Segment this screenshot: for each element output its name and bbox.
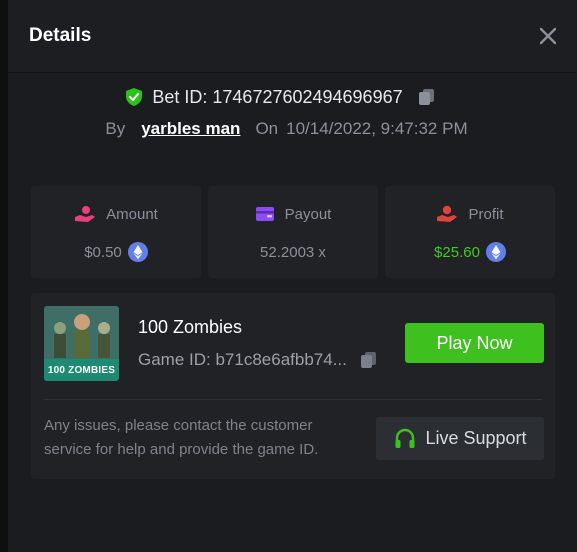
zombie-artwork-icon <box>44 306 119 361</box>
live-support-button[interactable]: Live Support <box>376 417 544 460</box>
on-label: On <box>255 119 279 138</box>
bet-id: Bet ID: 1746727602494696967 <box>152 86 403 107</box>
hand-coins-icon <box>75 206 96 222</box>
payout-label: Payout <box>284 205 332 223</box>
bet-datetime: 10/14/2022, 9:47:32 PM <box>286 119 468 138</box>
modal-header: Details <box>8 0 577 73</box>
username-link[interactable]: yarbles man <box>141 119 240 139</box>
help-text: Any issues, please contact the customer … <box>44 417 319 458</box>
payout-value: 52.2003 x <box>260 243 326 261</box>
page-backdrop-strip <box>0 0 8 552</box>
amount-card: Amount $0.50 <box>31 186 201 278</box>
modal-title: Details <box>29 25 92 46</box>
bet-id-row: Bet ID: 1746727602494696967 <box>8 84 577 110</box>
payout-card: Payout 52.2003 x <box>208 186 378 278</box>
wallet-icon <box>255 207 274 221</box>
headset-icon <box>395 428 415 448</box>
close-icon <box>539 27 557 45</box>
close-button[interactable] <box>538 26 558 46</box>
verified-shield-icon <box>126 88 143 106</box>
game-thumbnail[interactable]: 100 ZOMBIES <box>44 306 119 381</box>
copy-game-id-icon[interactable] <box>359 350 379 370</box>
ethereum-icon <box>485 242 506 262</box>
divider <box>44 399 542 400</box>
ethereum-icon <box>127 242 148 262</box>
play-now-button[interactable]: Play Now <box>405 323 544 363</box>
copy-bet-id-icon[interactable] <box>417 87 437 107</box>
thumbnail-label: 100 ZOMBIES <box>44 359 119 381</box>
profit-card: Profit $25.60 <box>385 186 555 278</box>
amount-value: $0.50 <box>84 243 122 261</box>
game-name: 100 Zombies <box>138 317 243 337</box>
game-card: 100 ZOMBIES 100 Zombies Game ID: b71c8e6… <box>31 293 555 479</box>
profit-value: $25.60 <box>434 243 480 261</box>
game-id-row: Game ID: b71c8e6afbb74... <box>138 349 379 371</box>
live-support-label: Live Support <box>425 428 527 448</box>
amount-label: Amount <box>106 205 158 223</box>
profit-label: Profit <box>468 205 504 223</box>
bet-meta-row: By yarbles man On 10/14/2022, 9:47:32 PM <box>8 117 577 141</box>
game-id: Game ID: b71c8e6afbb74... <box>138 350 347 369</box>
hand-profit-icon <box>437 205 458 222</box>
details-modal: Details Bet ID: 1746727602494696967 By y… <box>8 0 577 552</box>
by-label: By <box>105 119 126 138</box>
